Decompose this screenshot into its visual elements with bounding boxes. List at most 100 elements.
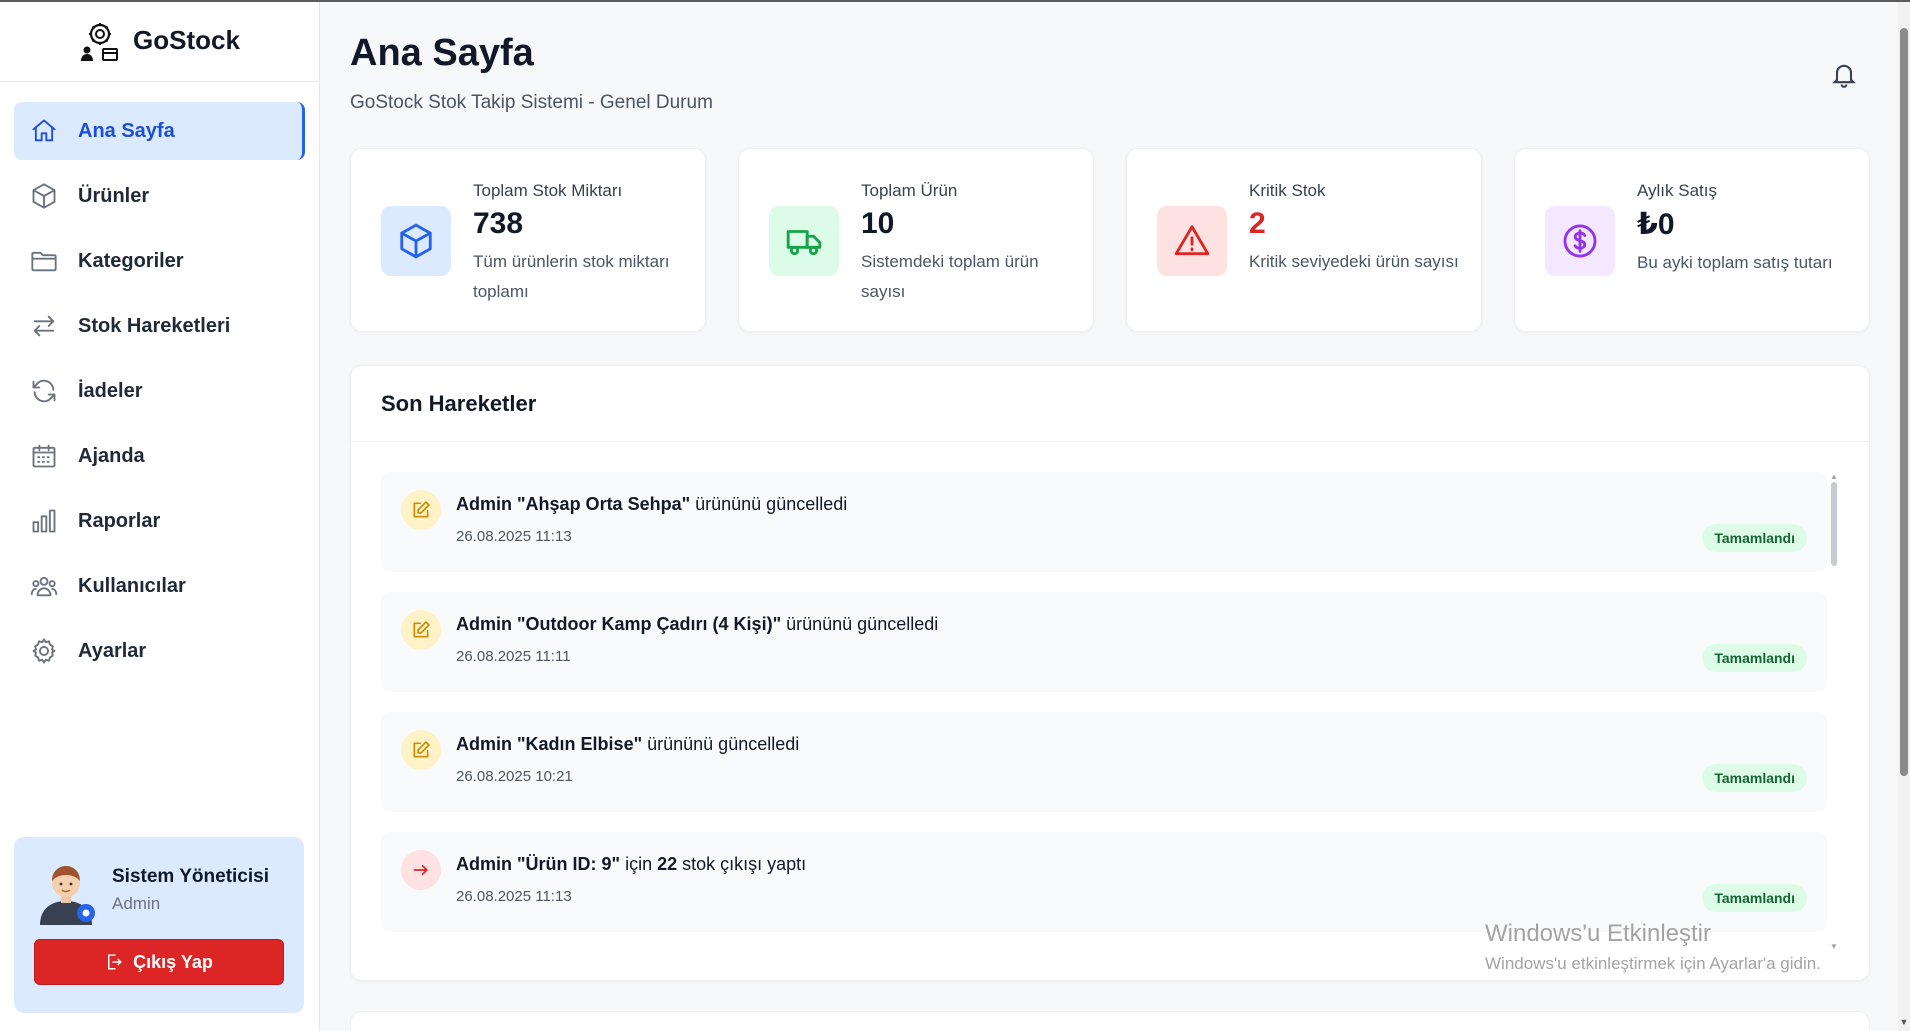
sidebar-item-label: Raporlar (78, 509, 161, 532)
status-badge: Tamamlandı (1702, 884, 1807, 912)
avatar (40, 866, 95, 925)
recent-activity-panel: Son Hareketler Admin "Ahşap Orta Sehpa" … (350, 365, 1870, 981)
cube-icon (400, 223, 432, 259)
page-subtitle: GoStock Stok Takip Sistemi - Genel Durum (350, 92, 713, 113)
panel-title: Son Hareketler (351, 366, 1869, 442)
sidebar-item-ayarlar[interactable]: Ayarlar (14, 622, 305, 680)
stat-card-total-products: Toplam Ürün 10 Sistemdeki toplam ürün sa… (738, 148, 1094, 332)
calendar-icon (32, 444, 56, 468)
activity-item[interactable]: Admin "Ahşap Orta Sehpa" ürününü güncell… (381, 472, 1827, 572)
user-card: Sistem Yöneticisi Admin Çıkış Yap (14, 837, 304, 1013)
activity-item[interactable]: Admin "Kadın Elbise" ürününü güncelledi … (381, 712, 1827, 812)
stat-icon-bg (381, 206, 451, 276)
stat-description: Bu ayki toplam satış tutarı (1637, 253, 1833, 272)
activity-icon-bg (401, 610, 441, 650)
logout-label: Çıkış Yap (133, 951, 213, 972)
sidebar-item-kategoriler[interactable]: Kategoriler (14, 232, 305, 290)
bar-chart-icon (32, 509, 56, 533)
stat-value: 10 (861, 207, 895, 240)
gostock-logo-icon (81, 22, 119, 61)
warning-icon (1174, 225, 1210, 256)
activity-icon-bg (401, 850, 441, 890)
activity-icon-bg (401, 730, 441, 770)
stat-label: Kritik Stok (1249, 181, 1326, 200)
sidebar-item-ana-sayfa[interactable]: Ana Sayfa (14, 102, 305, 160)
stat-card-monthly-sales: Aylık Satış ₺0 Bu ayki toplam satış tuta… (1514, 148, 1870, 332)
sidebar-item-label: Ayarlar (78, 639, 147, 662)
stat-description: Kritik seviyedeki ürün sayısı (1249, 252, 1459, 271)
truck-icon (786, 230, 822, 256)
transfer-icon (33, 315, 55, 337)
activity-scrollbar[interactable]: ▲ ▼ (1829, 472, 1839, 952)
activity-list[interactable]: Admin "Ahşap Orta Sehpa" ürününü güncell… (381, 472, 1827, 952)
status-badge: Tamamlandı (1702, 524, 1807, 552)
sidebar-item-label: Kategoriler (78, 249, 184, 272)
sidebar-item-iadeler[interactable]: İadeler (14, 362, 305, 420)
window-top-border (0, 0, 1910, 2)
edit-icon (413, 501, 430, 518)
sidebar-item-raporlar[interactable]: Raporlar (14, 492, 305, 550)
activity-time: 26.08.2025 10:21 (456, 768, 573, 785)
arrow-right-icon (413, 865, 428, 875)
status-badge: Tamamlandı (1702, 644, 1807, 672)
activity-time: 26.08.2025 11:13 (456, 888, 572, 905)
activity-message: Admin "Kadın Elbise" ürününü güncelledi (456, 734, 800, 754)
sidebar-item-label: Stok Hareketleri (78, 314, 231, 337)
sidebar-item-label: Kullanıcılar (78, 574, 186, 597)
stat-value: ₺0 (1637, 208, 1675, 241)
scroll-down-arrow-icon[interactable]: ▼ (1898, 1017, 1910, 1027)
stat-card-total-stock: Toplam Stok Miktarı 738 Tüm ürünlerin st… (350, 148, 706, 332)
stat-icon-bg (1545, 206, 1615, 276)
page-scrollbar-thumb[interactable] (1900, 28, 1908, 776)
stat-value: 2 (1249, 207, 1266, 240)
sidebar-item-stok-hareketleri[interactable]: Stok Hareketleri (14, 297, 305, 355)
dollar-icon (1563, 224, 1597, 258)
stat-label: Toplam Stok Miktarı (473, 181, 623, 200)
scroll-up-arrow-icon[interactable]: ▲ (1829, 472, 1839, 482)
scrollbar-thumb[interactable] (1831, 482, 1837, 566)
edit-icon (413, 741, 430, 758)
stat-description: Tüm ürünlerin stok miktarı toplamı (473, 252, 670, 301)
user-role: Admin (112, 894, 161, 913)
activity-item[interactable]: Admin "Ürün ID: 9" için 22 stok çıkışı y… (381, 832, 1827, 932)
sidebar-item-kullanicilar[interactable]: Kullanıcılar (14, 557, 305, 615)
sidebar-item-label: Ajanda (78, 444, 145, 467)
stat-card-critical-stock: Kritik Stok 2 Kritik seviyedeki ürün say… (1126, 148, 1482, 332)
activity-icon-bg (401, 490, 441, 530)
refresh-icon (32, 379, 56, 403)
sidebar-item-urunler[interactable]: Ürünler (14, 167, 305, 225)
stat-icon-bg (769, 206, 839, 276)
stat-description: Sistemdeki toplam ürün sayısı (861, 252, 1039, 301)
logout-button[interactable]: Çıkış Yap (34, 939, 284, 985)
activity-message: Admin "Ürün ID: 9" için 22 stok çıkışı y… (456, 854, 807, 874)
stats-cards: Toplam Stok Miktarı 738 Tüm ürünlerin st… (350, 148, 1870, 332)
activity-item[interactable]: Admin "Outdoor Kamp Çadırı (4 Kişi)" ürü… (381, 592, 1827, 692)
scroll-down-arrow-icon[interactable]: ▼ (1829, 942, 1839, 952)
sidebar-item-label: İadeler (78, 379, 143, 402)
brand[interactable]: GoStock (0, 0, 319, 82)
activity-message: Admin "Ahşap Orta Sehpa" ürününü güncell… (456, 494, 848, 514)
sidebar-item-ajanda[interactable]: Ajanda (14, 427, 305, 485)
page-title: Ana Sayfa (350, 32, 534, 74)
activity-message: Admin "Outdoor Kamp Çadırı (4 Kişi)" ürü… (456, 614, 939, 634)
watermark-title: Windows'u Etkinleştir (1485, 920, 1711, 947)
gear-icon (32, 638, 56, 664)
sidebar-nav: Ana Sayfa Ürünler Kategoriler Stok Harek… (0, 82, 319, 707)
windows-activation-watermark: Windows'u Etkinleştir Windows'u etkinleş… (1485, 920, 1821, 974)
activity-time: 26.08.2025 11:11 (456, 648, 571, 665)
page-scrollbar[interactable]: ▼ (1898, 0, 1910, 1031)
folder-icon (31, 251, 57, 272)
status-badge: Tamamlandı (1702, 764, 1807, 792)
logout-icon (108, 954, 122, 970)
home-icon (32, 119, 56, 142)
activity-time: 26.08.2025 11:13 (456, 528, 572, 545)
notifications-button[interactable] (1830, 60, 1858, 88)
sidebar-item-label: Ana Sayfa (78, 119, 175, 142)
stat-icon-bg (1157, 206, 1227, 276)
next-panel (350, 1011, 1870, 1031)
users-icon (30, 576, 58, 597)
watermark-subtitle: Windows'u etkinleştirmek için Ayarlar'a … (1485, 954, 1821, 973)
edit-icon (413, 621, 430, 638)
box-icon (32, 183, 56, 209)
sidebar: GoStock Ana Sayfa Ürünler Kategoriler St… (0, 0, 320, 1031)
